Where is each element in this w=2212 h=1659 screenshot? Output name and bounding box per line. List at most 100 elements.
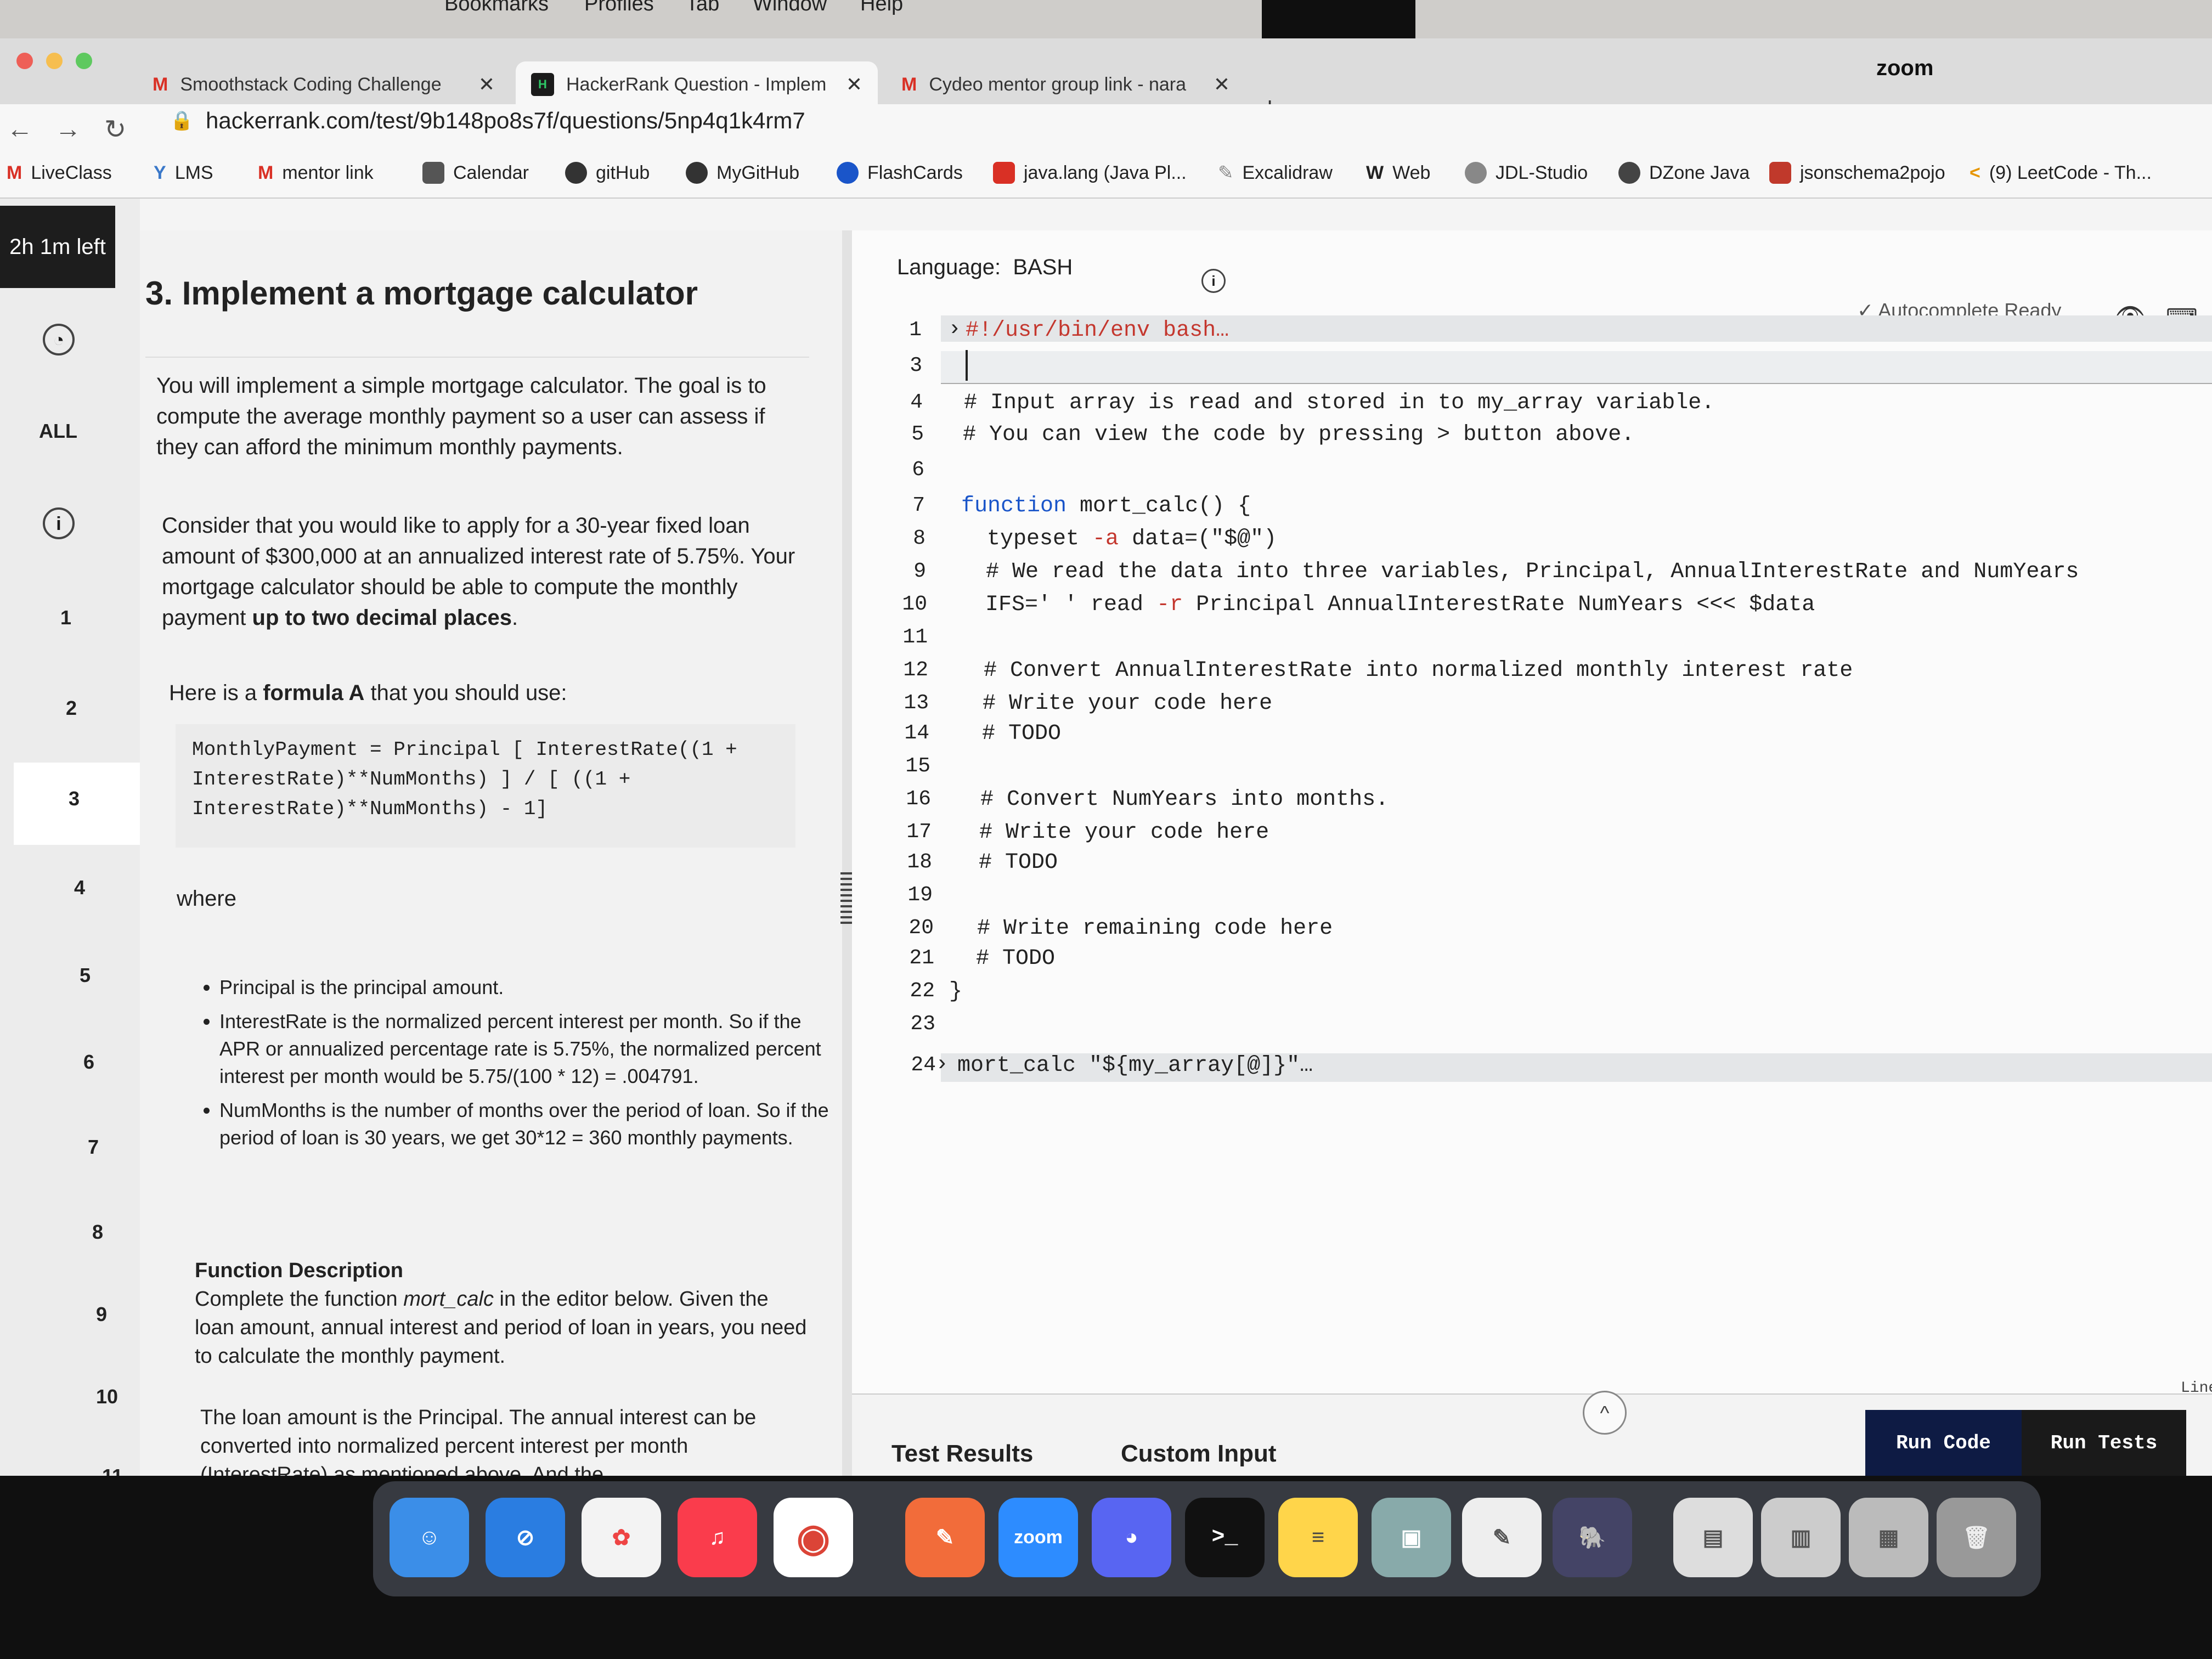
bookmark-jdl-studio[interactable]: JDL-Studio xyxy=(1465,148,1588,198)
zoom-status[interactable]: zoom xyxy=(1876,56,1933,81)
screenshot-icon[interactable]: ▥ xyxy=(1761,1498,1841,1577)
nav-question-5[interactable]: 5 xyxy=(30,964,140,987)
bookmark-mentor-link[interactable]: Mmentor link xyxy=(258,148,374,198)
info-icon[interactable]: i xyxy=(1201,269,1226,293)
code-line[interactable]: #!/usr/bin/env bash… xyxy=(966,318,1229,343)
notes-icon[interactable]: ≡ xyxy=(1278,1498,1358,1577)
forward-icon[interactable]: → xyxy=(55,114,81,144)
bookmark-flashcards[interactable]: FlashCards xyxy=(837,148,963,198)
nav-question-7[interactable]: 7 xyxy=(38,1136,148,1159)
code-line[interactable]: function mort_calc() { xyxy=(961,494,1251,518)
bookmark-calendar[interactable]: Calendar xyxy=(422,148,529,198)
line-number: 10 xyxy=(902,592,927,616)
address-bar[interactable]: hackerrank.com/test/9b148po8s7f/question… xyxy=(206,108,805,134)
window-icon[interactable]: ▦ xyxy=(1849,1498,1928,1577)
bookmarks-bar: M LiveClass Y LMS Mmentor link Calendar gi… xyxy=(0,148,2212,199)
line-number: 3 xyxy=(910,354,922,377)
fold-arrow-icon[interactable]: › xyxy=(935,1052,949,1077)
code-line[interactable]: # Write your code here xyxy=(953,820,1269,845)
line-number: 20 xyxy=(909,916,934,940)
pgadmin-icon[interactable]: 🐘 xyxy=(1553,1498,1632,1577)
discord-icon[interactable]: ◕ xyxy=(1092,1498,1171,1577)
minimize-window-button[interactable] xyxy=(46,53,63,69)
close-tab-icon[interactable]: ✕ xyxy=(1214,73,1230,96)
nav-all[interactable]: ALL xyxy=(3,420,113,443)
tab-custom-input[interactable]: Custom Input xyxy=(1121,1440,1277,1468)
code-line[interactable]: # TODO xyxy=(950,946,1055,971)
tab-hackerrank[interactable]: H HackerRank Question - Implem ✕ xyxy=(516,61,878,108)
nav-question-2[interactable]: 2 xyxy=(16,697,126,720)
code-line[interactable]: # We read the data into three variables,… xyxy=(960,560,2079,584)
menu-bookmarks[interactable]: Bookmarks xyxy=(444,0,549,16)
nav-question-4[interactable]: 4 xyxy=(25,876,134,899)
code-line[interactable]: mort_calc "${my_array[@]}"… xyxy=(957,1053,1313,1078)
menu-tab[interactable]: Tab xyxy=(686,0,719,16)
code-line[interactable]: # Write remaining code here xyxy=(951,916,1333,941)
line-number: 24 xyxy=(911,1053,936,1077)
bookmark-javalang[interactable]: java.lang (Java Pl... xyxy=(993,148,1187,198)
function-description: Function Description Complete the functi… xyxy=(195,1259,807,1368)
nav-question-6[interactable]: 6 xyxy=(34,1051,144,1074)
back-icon[interactable]: ← xyxy=(7,114,33,144)
menu-profiles[interactable]: Profiles xyxy=(584,0,654,16)
info-icon[interactable]: i xyxy=(43,507,75,539)
bookmark-liveclass[interactable]: M LiveClass xyxy=(7,148,112,198)
tab-smoothstack[interactable]: M Smoothstack Coding Challenge ✕ xyxy=(137,61,510,108)
language-selector[interactable]: Language: BASH xyxy=(897,255,1073,280)
code-line[interactable]: } xyxy=(949,979,962,1004)
title-divider xyxy=(145,357,809,358)
line-number: 1 xyxy=(909,318,922,342)
chevron-up-icon[interactable]: ^ xyxy=(1583,1391,1627,1435)
code-line[interactable]: # Convert AnnualInterestRate into normal… xyxy=(957,658,1853,683)
close-tab-icon[interactable]: ✕ xyxy=(478,73,495,96)
nav-question-1[interactable]: 1 xyxy=(11,606,121,629)
line-number: 14 xyxy=(904,721,929,745)
line-number: 21 xyxy=(909,946,934,970)
run-tests-button[interactable]: Run Tests xyxy=(2022,1410,2186,1476)
reload-icon[interactable]: ↻ xyxy=(104,114,126,145)
nav-question-3[interactable]: 3 xyxy=(19,787,129,810)
bookmark-jsonschema2pojo[interactable]: jsonschema2pojo xyxy=(1769,148,1945,198)
run-code-button[interactable]: Run Code xyxy=(1865,1410,2022,1476)
bookmark-leetcode[interactable]: < (9) LeetCode - Th... xyxy=(1970,148,2152,198)
tab-test-results[interactable]: Test Results xyxy=(891,1440,1033,1468)
bookmark-dzone[interactable]: DZone Java xyxy=(1618,148,1750,198)
zoom-window-button[interactable] xyxy=(76,53,92,69)
bookmark-web[interactable]: W Web xyxy=(1366,148,1430,198)
bookmark-excalidraw[interactable]: ✎ Excalidraw xyxy=(1218,148,1333,198)
menu-help[interactable]: Help xyxy=(860,0,903,16)
menu-window[interactable]: Window xyxy=(753,0,827,16)
textedit-icon[interactable]: ✎ xyxy=(1462,1498,1542,1577)
close-tab-icon[interactable]: ✕ xyxy=(846,73,862,96)
code-line[interactable]: # Input array is read and stored in to m… xyxy=(964,391,1714,415)
bookmark-github[interactable]: gitHub xyxy=(565,148,650,198)
terminal-icon[interactable]: >_ xyxy=(1185,1498,1265,1577)
document-icon[interactable]: ▤ xyxy=(1673,1498,1753,1577)
github-icon xyxy=(565,162,587,184)
pencil-icon[interactable]: ✎ xyxy=(905,1498,985,1577)
code-line[interactable]: # TODO xyxy=(952,850,1058,875)
zoom-icon[interactable]: zoom xyxy=(998,1498,1078,1577)
code-line[interactable]: # Convert NumYears into months. xyxy=(954,787,1389,812)
code-line[interactable]: # TODO xyxy=(956,721,1061,746)
code-line[interactable]: typeset -a data=("$@") xyxy=(961,527,1277,551)
chrome-icon[interactable]: ◉ xyxy=(774,1498,853,1577)
drag-grip-icon[interactable] xyxy=(840,872,853,927)
nav-question-8[interactable]: 8 xyxy=(43,1221,153,1244)
preview-icon[interactable]: ▣ xyxy=(1372,1498,1451,1577)
safari-icon[interactable]: ⊘ xyxy=(486,1498,565,1577)
hackerrank-icon: H xyxy=(531,73,554,96)
code-line[interactable]: # You can view the code by pressing > bu… xyxy=(963,422,1634,447)
trash-icon[interactable]: 🗑 xyxy=(1937,1498,2016,1577)
tab-cydeo[interactable]: M Cydeo mentor group link - nara ✕ xyxy=(886,61,1245,108)
photos-icon[interactable]: ✿ xyxy=(582,1498,661,1577)
bookmark-mygithub[interactable]: MyGitHub xyxy=(686,148,799,198)
fold-arrow-icon[interactable]: › xyxy=(948,317,961,342)
finder-icon[interactable]: ☺ xyxy=(390,1498,469,1577)
panel-resize-handle[interactable] xyxy=(842,230,852,1476)
code-line[interactable]: IFS=' ' read -r Principal AnnualInterest… xyxy=(959,592,1815,617)
bookmark-lms[interactable]: Y LMS xyxy=(154,148,213,198)
music-icon[interactable]: ♫ xyxy=(678,1498,757,1577)
code-line[interactable]: # Write your code here xyxy=(956,691,1272,716)
close-window-button[interactable] xyxy=(16,53,33,69)
